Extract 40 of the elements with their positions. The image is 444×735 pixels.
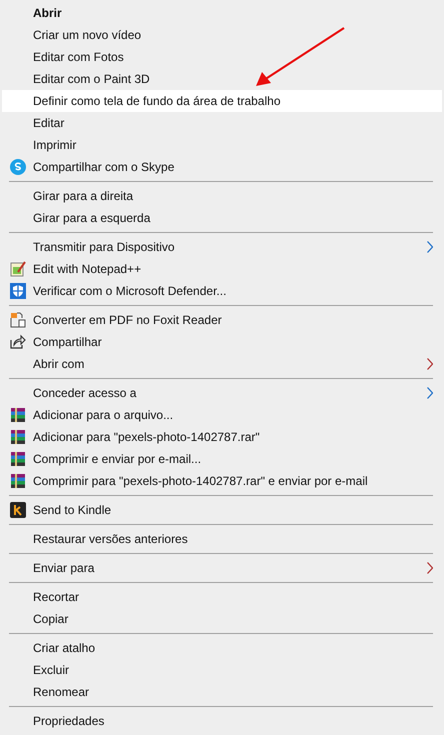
kindle-icon xyxy=(10,502,26,518)
menu-item[interactable]: Edit with Notepad++ xyxy=(2,258,442,280)
menu-item[interactable]: Criar atalho xyxy=(2,637,442,659)
menu-item[interactable]: Editar com o Paint 3D xyxy=(2,68,442,90)
books-icon xyxy=(10,429,26,445)
menu-item[interactable]: Converter em PDF no Foxit Reader xyxy=(2,309,442,331)
menu-item[interactable]: Send to Kindle xyxy=(2,499,442,521)
menu-item[interactable]: Conceder acesso a xyxy=(2,382,442,404)
menu-item[interactable]: Excluir xyxy=(2,659,442,681)
menu-item[interactable]: Transmitir para Dispositivo xyxy=(2,236,442,258)
menu-item[interactable]: Abrir com xyxy=(2,353,442,375)
books-icon xyxy=(10,473,26,489)
menu-item[interactable]: Editar xyxy=(2,112,442,134)
menu-item[interactable]: Verificar com o Microsoft Defender... xyxy=(2,280,442,302)
shield-icon xyxy=(10,283,26,299)
menu-item[interactable]: Imprimir xyxy=(2,134,442,156)
menu-item[interactable]: Compartilhar xyxy=(2,331,442,353)
menu-item[interactable]: Definir como tela de fundo da área de trabalho xyxy=(2,90,442,112)
menu-item[interactable]: Girar para a direita xyxy=(2,185,442,207)
menu-item[interactable]: Restaurar versões anteriores xyxy=(2,528,442,550)
menu-item[interactable]: Compartilhar com o Skype xyxy=(2,156,442,178)
menu-item[interactable]: Renomear xyxy=(2,681,442,703)
menu-item[interactable]: Criar um novo vídeo xyxy=(2,24,442,46)
pdf-document-icon xyxy=(10,312,26,328)
notepad-icon xyxy=(10,261,26,277)
menu-item[interactable]: Propriedades xyxy=(2,710,442,732)
share-icon xyxy=(10,334,26,350)
books-icon xyxy=(10,451,26,467)
menu-item[interactable]: Comprimir e enviar por e-mail... xyxy=(2,448,442,470)
menu-item[interactable]: Abrir xyxy=(2,2,442,24)
menu-item[interactable]: Copiar xyxy=(2,608,442,630)
menu-item[interactable]: Girar para a esquerda xyxy=(2,207,442,229)
menu-item[interactable]: Adicionar para "pexels-photo-1402787.rar" xyxy=(2,426,442,448)
skype-icon xyxy=(10,159,26,175)
menu-item[interactable]: Adicionar para o arquivo... xyxy=(2,404,442,426)
menu-item[interactable]: Enviar para xyxy=(2,557,442,579)
menu-item[interactable]: Recortar xyxy=(2,586,442,608)
menu-item[interactable]: Comprimir para "pexels-photo-1402787.rar" e enviar por e-mail xyxy=(2,470,442,492)
books-icon xyxy=(10,407,26,423)
menu-item[interactable]: Editar com Fotos xyxy=(2,46,442,68)
